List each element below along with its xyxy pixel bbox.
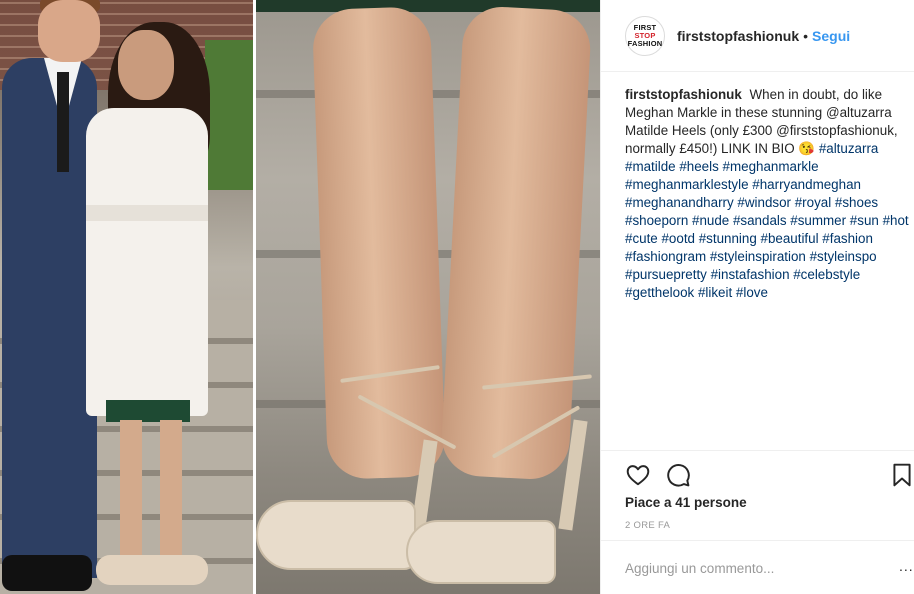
avatar[interactable]: FIRST STOP FASHION bbox=[625, 15, 665, 56]
woman-head bbox=[118, 30, 174, 100]
post-header: FIRST STOP FASHION firststopfashionuk • … bbox=[601, 0, 914, 72]
more-options-icon[interactable]: ... bbox=[899, 558, 914, 574]
woman-leg bbox=[160, 420, 182, 565]
woman-leg bbox=[120, 420, 142, 565]
photo-heels-closeup bbox=[256, 0, 600, 594]
divider bbox=[601, 450, 914, 451]
photo-couple bbox=[0, 0, 253, 594]
post-side-panel: FIRST STOP FASHION firststopfashionuk • … bbox=[600, 0, 914, 594]
man-shoes bbox=[2, 555, 92, 591]
comment-input[interactable] bbox=[625, 556, 895, 580]
separator-dot: • bbox=[803, 27, 809, 44]
follow-button[interactable]: Segui bbox=[812, 28, 850, 44]
likes-count[interactable]: Piace a 41 persone bbox=[625, 495, 747, 510]
speech-bubble-icon[interactable] bbox=[665, 462, 691, 488]
post-image[interactable] bbox=[0, 0, 600, 594]
man-figure bbox=[2, 58, 97, 578]
divider bbox=[601, 540, 914, 541]
nude-heel-shoe bbox=[406, 520, 556, 584]
man-tie bbox=[57, 72, 69, 172]
header-username-link[interactable]: firststopfashionuk bbox=[677, 28, 799, 44]
coat-belt bbox=[86, 205, 208, 221]
man-head bbox=[38, 0, 100, 62]
avatar-text-line: FASHION bbox=[627, 38, 663, 48]
nude-heel-shoe bbox=[256, 500, 416, 570]
woman-white-coat bbox=[86, 108, 208, 416]
woman-shoes bbox=[96, 555, 208, 585]
lawn bbox=[205, 40, 253, 190]
caption-username-link[interactable]: firststopfashionuk bbox=[625, 87, 742, 102]
caption-hashtags[interactable]: #altuzarra #matilde #heels #meghanmarkle… bbox=[625, 141, 909, 300]
post-caption: firststopfashionuk When in doubt, do lik… bbox=[625, 86, 914, 302]
bookmark-icon[interactable] bbox=[889, 462, 914, 488]
heart-outline-icon[interactable] bbox=[625, 462, 651, 488]
post-timestamp[interactable]: 2 ORE FA bbox=[625, 520, 670, 531]
green-dress bbox=[106, 400, 190, 422]
post-actions bbox=[625, 460, 914, 492]
